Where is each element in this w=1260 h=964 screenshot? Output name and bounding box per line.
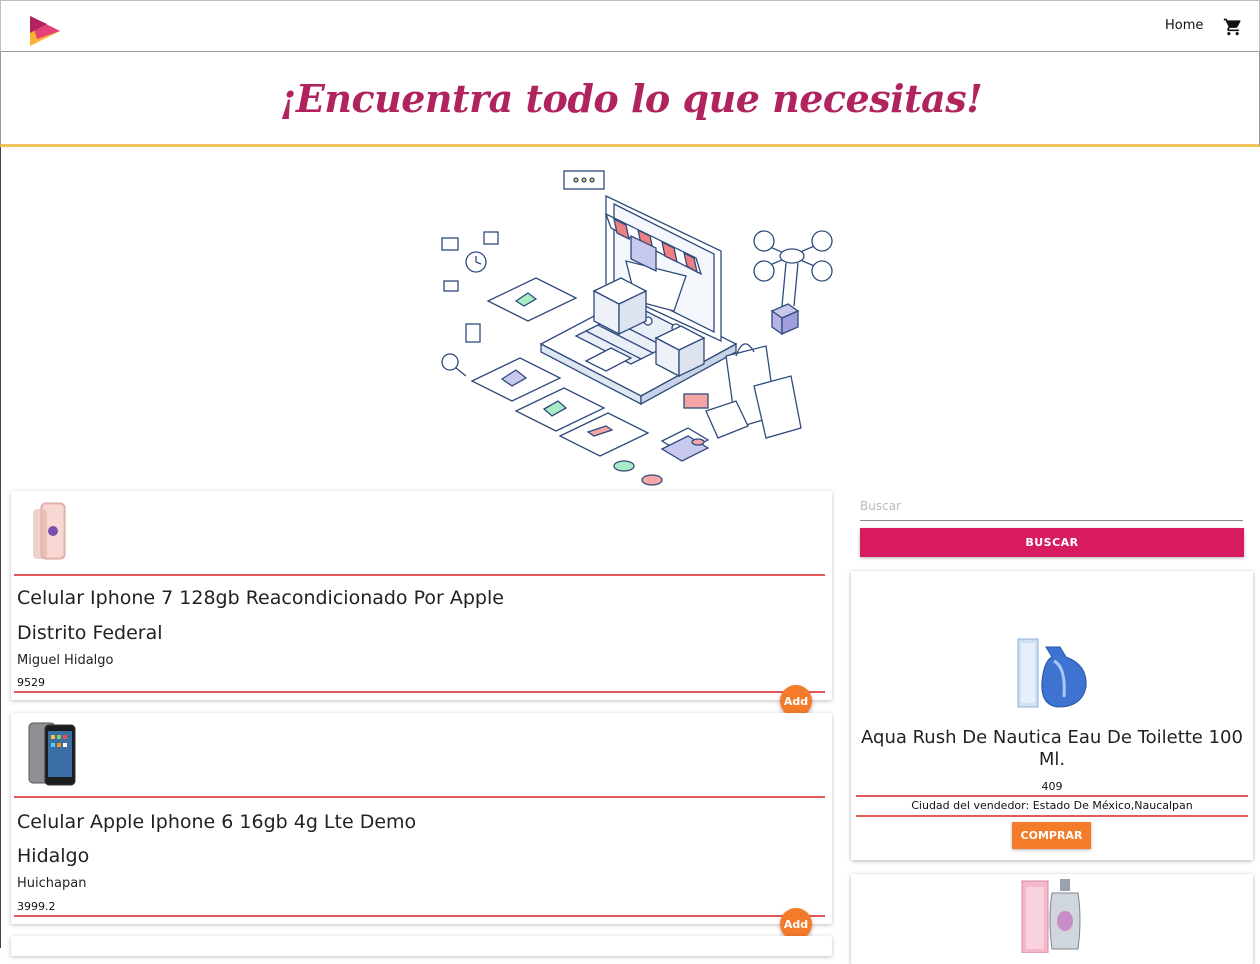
featured-product-card: Aqua Rush De Nautica Eau De Toilette 100… [851,571,1253,860]
card-divider [14,915,825,917]
product-image[interactable] [25,499,81,565]
product-image[interactable] [1016,637,1090,711]
hero-banner: ¡Encuentra todo lo que necesitas! [0,52,1260,147]
product-title[interactable]: Celular Apple Iphone 6 16gb 4g Lte Demo [17,811,416,833]
search-button[interactable]: BUSCAR [860,528,1244,557]
buy-button[interactable]: COMPRAR [1012,822,1091,849]
product-card [11,936,832,956]
product-image[interactable] [1016,879,1090,953]
product-title[interactable]: Celular Iphone 7 128gb Reacondicionado P… [17,587,504,609]
product-state: Distrito Federal [17,622,163,644]
featured-product-card [851,874,1253,964]
top-navbar: Home [0,0,1260,52]
featured-title[interactable]: Aqua Rush De Nautica Eau De Toilette 100… [851,727,1253,771]
card-divider [14,796,825,798]
card-divider [856,815,1248,817]
product-state: Hidalgo [17,845,90,867]
cart-icon[interactable] [1223,17,1243,37]
product-image[interactable] [25,721,81,787]
shopping-illustration [441,170,833,486]
card-divider [856,795,1248,797]
product-card: Celular Iphone 7 128gb Reacondicionado P… [11,491,832,717]
product-city: Huichapan [17,876,87,891]
seller-city: Ciudad del vendedor: Estado De México,Na… [911,799,1193,812]
logo-icon[interactable] [27,13,63,49]
featured-price: 409 [1041,780,1063,793]
card-divider [14,691,825,693]
product-price: 9529 [17,676,45,689]
nav-home-link[interactable]: Home [1165,18,1203,33]
card-divider [14,574,825,576]
search-input[interactable] [860,492,1243,521]
product-city: Miguel Hidalgo [17,653,114,668]
product-price: 3999.2 [17,900,56,913]
product-card: Celular Apple Iphone 6 16gb 4g Lte Demo … [11,713,832,940]
banner-title: ¡Encuentra todo lo que necesitas! [279,76,983,121]
page-edge-divider [0,147,1,948]
